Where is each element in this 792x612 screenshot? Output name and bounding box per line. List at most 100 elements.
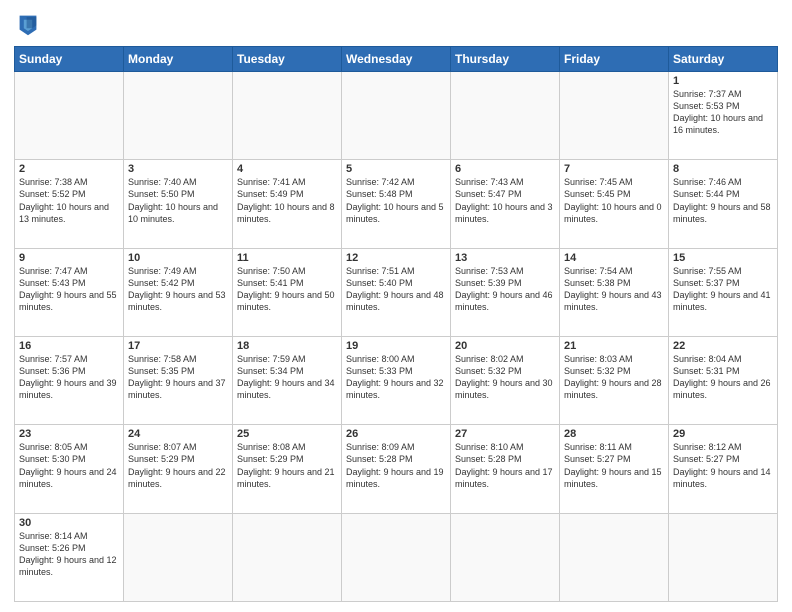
day-number: 30 [19,517,119,529]
calendar-cell [560,513,669,601]
day-number: 16 [19,340,119,352]
calendar-cell [669,513,778,601]
calendar-cell: 17Sunrise: 7:58 AM Sunset: 5:35 PM Dayli… [124,336,233,424]
calendar-table: SundayMondayTuesdayWednesdayThursdayFrid… [14,46,778,602]
calendar-cell: 4Sunrise: 7:41 AM Sunset: 5:49 PM Daylig… [233,160,342,248]
calendar-cell [15,72,124,160]
calendar-cell: 28Sunrise: 8:11 AM Sunset: 5:27 PM Dayli… [560,425,669,513]
day-info: Sunrise: 7:45 AM Sunset: 5:45 PM Dayligh… [564,176,664,225]
calendar-cell: 15Sunrise: 7:55 AM Sunset: 5:37 PM Dayli… [669,248,778,336]
weekday-header-sunday: Sunday [15,47,124,72]
calendar-cell: 2Sunrise: 7:38 AM Sunset: 5:52 PM Daylig… [15,160,124,248]
weekday-header-wednesday: Wednesday [342,47,451,72]
day-info: Sunrise: 8:08 AM Sunset: 5:29 PM Dayligh… [237,441,337,490]
calendar-cell: 6Sunrise: 7:43 AM Sunset: 5:47 PM Daylig… [451,160,560,248]
day-info: Sunrise: 8:07 AM Sunset: 5:29 PM Dayligh… [128,441,228,490]
calendar-cell: 19Sunrise: 8:00 AM Sunset: 5:33 PM Dayli… [342,336,451,424]
day-number: 3 [128,163,228,175]
calendar-cell: 5Sunrise: 7:42 AM Sunset: 5:48 PM Daylig… [342,160,451,248]
day-info: Sunrise: 7:57 AM Sunset: 5:36 PM Dayligh… [19,353,119,402]
calendar-cell [560,72,669,160]
calendar-cell: 3Sunrise: 7:40 AM Sunset: 5:50 PM Daylig… [124,160,233,248]
day-number: 15 [673,252,773,264]
week-row-0: 1Sunrise: 7:37 AM Sunset: 5:53 PM Daylig… [15,72,778,160]
week-row-5: 30Sunrise: 8:14 AM Sunset: 5:26 PM Dayli… [15,513,778,601]
day-info: Sunrise: 8:03 AM Sunset: 5:32 PM Dayligh… [564,353,664,402]
day-info: Sunrise: 7:42 AM Sunset: 5:48 PM Dayligh… [346,176,446,225]
calendar-cell: 11Sunrise: 7:50 AM Sunset: 5:41 PM Dayli… [233,248,342,336]
calendar-cell: 27Sunrise: 8:10 AM Sunset: 5:28 PM Dayli… [451,425,560,513]
day-number: 10 [128,252,228,264]
day-number: 25 [237,428,337,440]
day-number: 19 [346,340,446,352]
calendar-cell: 7Sunrise: 7:45 AM Sunset: 5:45 PM Daylig… [560,160,669,248]
calendar-cell: 18Sunrise: 7:59 AM Sunset: 5:34 PM Dayli… [233,336,342,424]
day-number: 29 [673,428,773,440]
day-number: 11 [237,252,337,264]
calendar-cell: 29Sunrise: 8:12 AM Sunset: 5:27 PM Dayli… [669,425,778,513]
day-info: Sunrise: 8:10 AM Sunset: 5:28 PM Dayligh… [455,441,555,490]
calendar-cell: 12Sunrise: 7:51 AM Sunset: 5:40 PM Dayli… [342,248,451,336]
calendar-cell: 13Sunrise: 7:53 AM Sunset: 5:39 PM Dayli… [451,248,560,336]
calendar-cell [233,513,342,601]
day-number: 12 [346,252,446,264]
day-info: Sunrise: 7:59 AM Sunset: 5:34 PM Dayligh… [237,353,337,402]
day-number: 2 [19,163,119,175]
day-number: 14 [564,252,664,264]
calendar-cell: 22Sunrise: 8:04 AM Sunset: 5:31 PM Dayli… [669,336,778,424]
day-info: Sunrise: 7:53 AM Sunset: 5:39 PM Dayligh… [455,265,555,314]
calendar-cell: 9Sunrise: 7:47 AM Sunset: 5:43 PM Daylig… [15,248,124,336]
week-row-1: 2Sunrise: 7:38 AM Sunset: 5:52 PM Daylig… [15,160,778,248]
day-info: Sunrise: 8:00 AM Sunset: 5:33 PM Dayligh… [346,353,446,402]
calendar-cell: 14Sunrise: 7:54 AM Sunset: 5:38 PM Dayli… [560,248,669,336]
calendar-cell: 8Sunrise: 7:46 AM Sunset: 5:44 PM Daylig… [669,160,778,248]
calendar-cell [342,72,451,160]
day-info: Sunrise: 8:09 AM Sunset: 5:28 PM Dayligh… [346,441,446,490]
day-info: Sunrise: 7:41 AM Sunset: 5:49 PM Dayligh… [237,176,337,225]
day-number: 24 [128,428,228,440]
calendar-cell: 20Sunrise: 8:02 AM Sunset: 5:32 PM Dayli… [451,336,560,424]
day-info: Sunrise: 7:46 AM Sunset: 5:44 PM Dayligh… [673,176,773,225]
day-number: 17 [128,340,228,352]
logo [14,10,46,38]
day-number: 9 [19,252,119,264]
calendar-cell: 23Sunrise: 8:05 AM Sunset: 5:30 PM Dayli… [15,425,124,513]
day-info: Sunrise: 7:54 AM Sunset: 5:38 PM Dayligh… [564,265,664,314]
weekday-header-tuesday: Tuesday [233,47,342,72]
day-number: 8 [673,163,773,175]
calendar-body: 1Sunrise: 7:37 AM Sunset: 5:53 PM Daylig… [15,72,778,602]
week-row-3: 16Sunrise: 7:57 AM Sunset: 5:36 PM Dayli… [15,336,778,424]
calendar-cell [124,513,233,601]
day-info: Sunrise: 7:55 AM Sunset: 5:37 PM Dayligh… [673,265,773,314]
day-number: 27 [455,428,555,440]
day-number: 20 [455,340,555,352]
day-info: Sunrise: 8:04 AM Sunset: 5:31 PM Dayligh… [673,353,773,402]
weekday-header-saturday: Saturday [669,47,778,72]
day-number: 21 [564,340,664,352]
calendar-cell: 30Sunrise: 8:14 AM Sunset: 5:26 PM Dayli… [15,513,124,601]
day-number: 7 [564,163,664,175]
day-number: 28 [564,428,664,440]
day-info: Sunrise: 8:02 AM Sunset: 5:32 PM Dayligh… [455,353,555,402]
day-number: 6 [455,163,555,175]
day-number: 13 [455,252,555,264]
day-number: 26 [346,428,446,440]
day-number: 22 [673,340,773,352]
weekday-header-monday: Monday [124,47,233,72]
day-number: 18 [237,340,337,352]
day-info: Sunrise: 7:38 AM Sunset: 5:52 PM Dayligh… [19,176,119,225]
week-row-2: 9Sunrise: 7:47 AM Sunset: 5:43 PM Daylig… [15,248,778,336]
day-info: Sunrise: 7:40 AM Sunset: 5:50 PM Dayligh… [128,176,228,225]
calendar-cell: 24Sunrise: 8:07 AM Sunset: 5:29 PM Dayli… [124,425,233,513]
header [14,10,778,38]
calendar-cell [124,72,233,160]
calendar-cell: 10Sunrise: 7:49 AM Sunset: 5:42 PM Dayli… [124,248,233,336]
calendar-cell: 21Sunrise: 8:03 AM Sunset: 5:32 PM Dayli… [560,336,669,424]
calendar-cell [451,72,560,160]
day-number: 23 [19,428,119,440]
day-info: Sunrise: 7:50 AM Sunset: 5:41 PM Dayligh… [237,265,337,314]
day-info: Sunrise: 7:58 AM Sunset: 5:35 PM Dayligh… [128,353,228,402]
calendar-cell: 25Sunrise: 8:08 AM Sunset: 5:29 PM Dayli… [233,425,342,513]
calendar-cell [342,513,451,601]
weekday-header-friday: Friday [560,47,669,72]
